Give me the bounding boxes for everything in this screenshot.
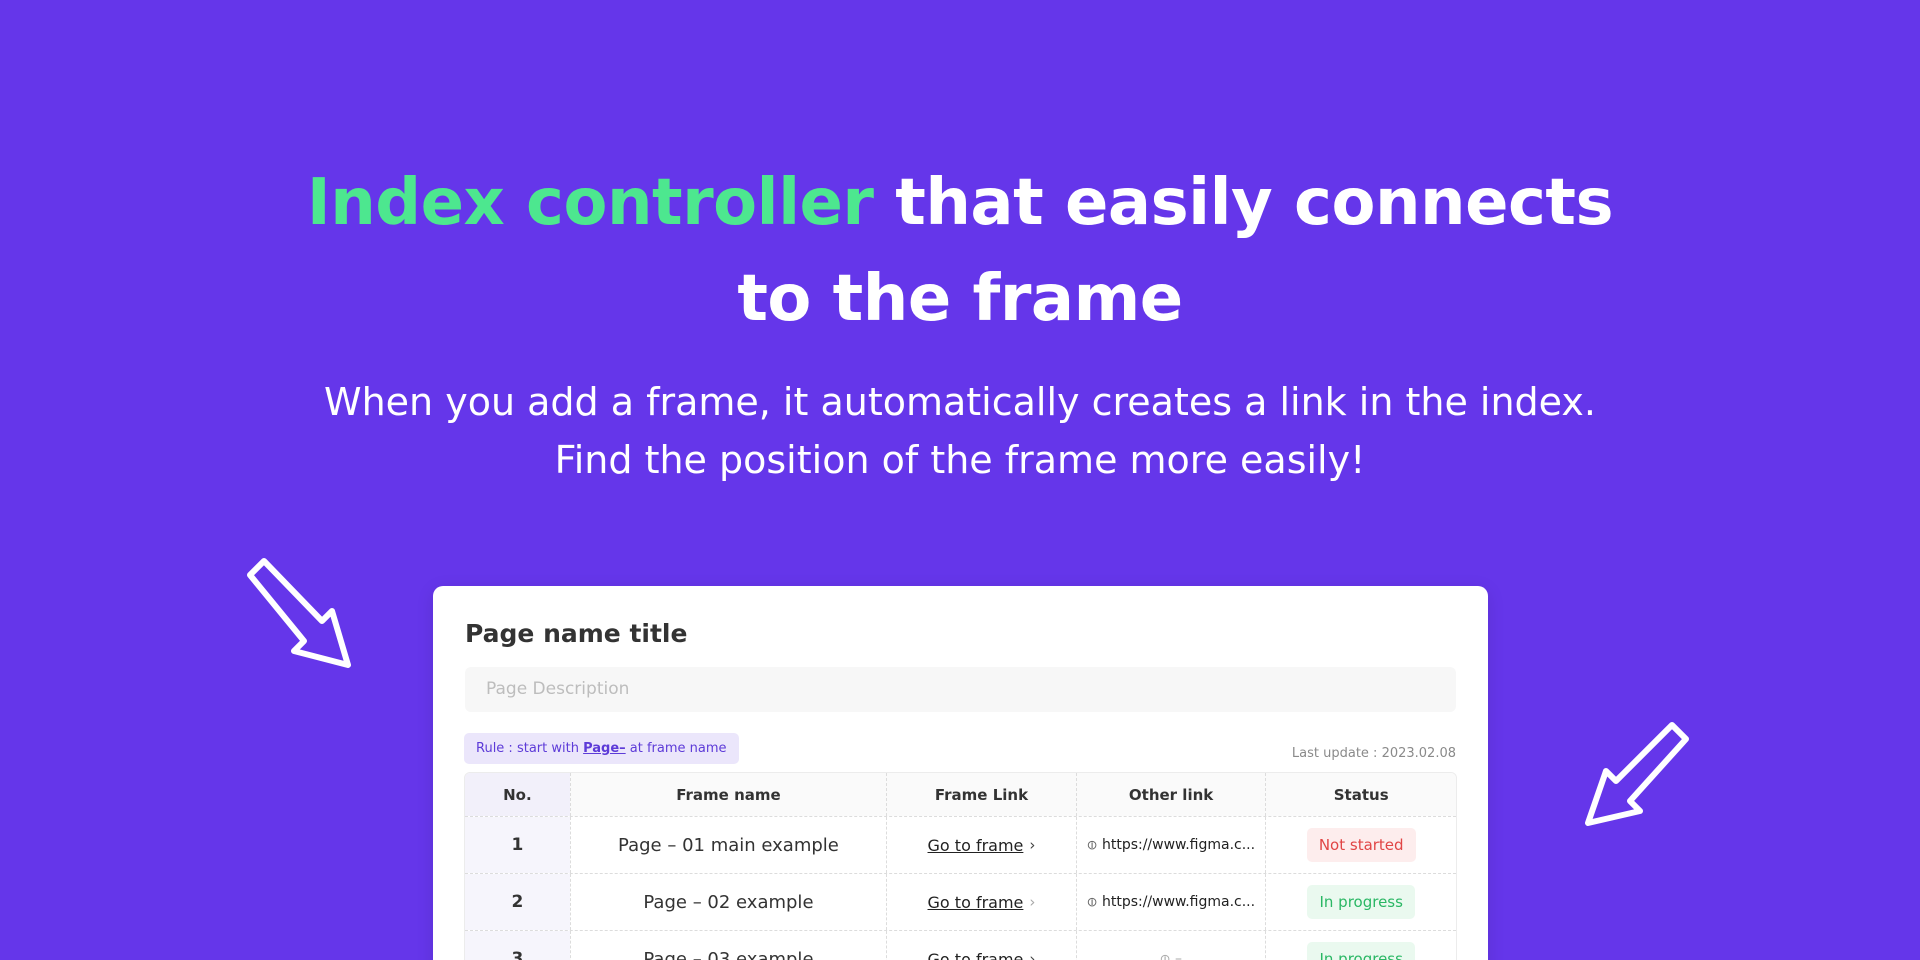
- header-status: Status: [1265, 773, 1456, 816]
- subheadline-line-2: Find the position of the frame more easi…: [554, 438, 1366, 482]
- page-description-field[interactable]: Page Description: [465, 667, 1456, 712]
- other-link: ⊘ –: [1075, 931, 1266, 960]
- status-badge[interactable]: Not started: [1306, 828, 1416, 862]
- row-number: 3: [465, 931, 570, 960]
- index-card: Page name title Page Description Rule : …: [433, 586, 1488, 960]
- index-table: No. Frame name Frame Link Other link Sta…: [464, 772, 1457, 960]
- arrow-down-left-icon: [1578, 717, 1698, 837]
- link-icon: ⊘: [1156, 949, 1175, 960]
- headline-rest: that easily connects: [873, 166, 1614, 240]
- headline: Index controller that easily connects to…: [0, 155, 1920, 347]
- row-number: 2: [465, 874, 570, 930]
- other-link[interactable]: ⊘ https://www.figma.c...: [1075, 874, 1266, 930]
- status-badge[interactable]: In progress: [1307, 942, 1415, 960]
- go-to-frame-link[interactable]: Go to frame ›: [886, 931, 1076, 960]
- link-icon: ⊘: [1083, 835, 1102, 855]
- other-link[interactable]: ⊘ https://www.figma.c...: [1075, 817, 1266, 873]
- status-cell: Not started: [1265, 817, 1456, 873]
- header-frame-link: Frame Link: [886, 773, 1076, 816]
- status-cell: In progress: [1265, 931, 1456, 960]
- link-icon: ⊘: [1083, 892, 1102, 912]
- status-badge[interactable]: In progress: [1307, 885, 1415, 919]
- rule-prefix: Rule : start with: [476, 741, 584, 756]
- other-link-url[interactable]: https://www.figma.c...: [1102, 837, 1255, 853]
- page-title: Page name title: [465, 619, 688, 648]
- chevron-right-icon: ›: [1029, 836, 1036, 854]
- headline-accent: Index controller: [306, 166, 874, 240]
- table-row: 1 Page – 01 main example Go to frame › ⊘ h…: [465, 816, 1456, 873]
- rule-badge: Rule : start with Page– at frame name: [464, 733, 739, 764]
- go-to-frame-label[interactable]: Go to frame: [928, 950, 1024, 960]
- go-to-frame-link[interactable]: Go to frame ›: [886, 817, 1076, 873]
- chevron-right-icon: ›: [1029, 950, 1036, 960]
- go-to-frame-label[interactable]: Go to frame: [928, 836, 1024, 855]
- rule-suffix: at frame name: [625, 741, 727, 756]
- row-number: 1: [465, 817, 570, 873]
- go-to-frame-label[interactable]: Go to frame: [928, 893, 1024, 912]
- arrow-down-right-icon: [236, 553, 356, 683]
- other-link-empty: –: [1175, 951, 1183, 960]
- table-header-row: No. Frame name Frame Link Other link Sta…: [465, 773, 1456, 816]
- subheadline-line-1: When you add a frame, it automatically c…: [324, 380, 1596, 424]
- go-to-frame-link[interactable]: Go to frame ›: [886, 874, 1076, 930]
- promo-banner: Index controller that easily connects to…: [0, 0, 1920, 960]
- frame-name: Page – 01 main example: [569, 817, 886, 873]
- chevron-right-icon: ›: [1029, 893, 1036, 911]
- header-frame-name: Frame name: [569, 773, 887, 816]
- status-cell: In progress: [1265, 874, 1456, 930]
- header-no: No.: [465, 773, 570, 816]
- headline-line-2: to the frame: [737, 262, 1183, 336]
- headline-line-1: Index controller that easily connects: [0, 155, 1920, 251]
- frame-name: Page – 03 example: [569, 931, 886, 960]
- other-link-url[interactable]: https://www.figma.c...: [1102, 894, 1255, 910]
- frame-name: Page – 02 example: [569, 874, 886, 930]
- table-row: 3 Page – 03 example Go to frame › ⊘ – In p…: [465, 930, 1456, 960]
- subheadline: When you add a frame, it automatically c…: [0, 373, 1920, 489]
- table-row: 2 Page – 02 example Go to frame › ⊘ https:…: [465, 873, 1456, 930]
- header-other-link: Other link: [1075, 773, 1266, 816]
- last-update: Last update : 2023.02.08: [1291, 746, 1456, 761]
- rule-link[interactable]: Page–: [583, 741, 626, 756]
